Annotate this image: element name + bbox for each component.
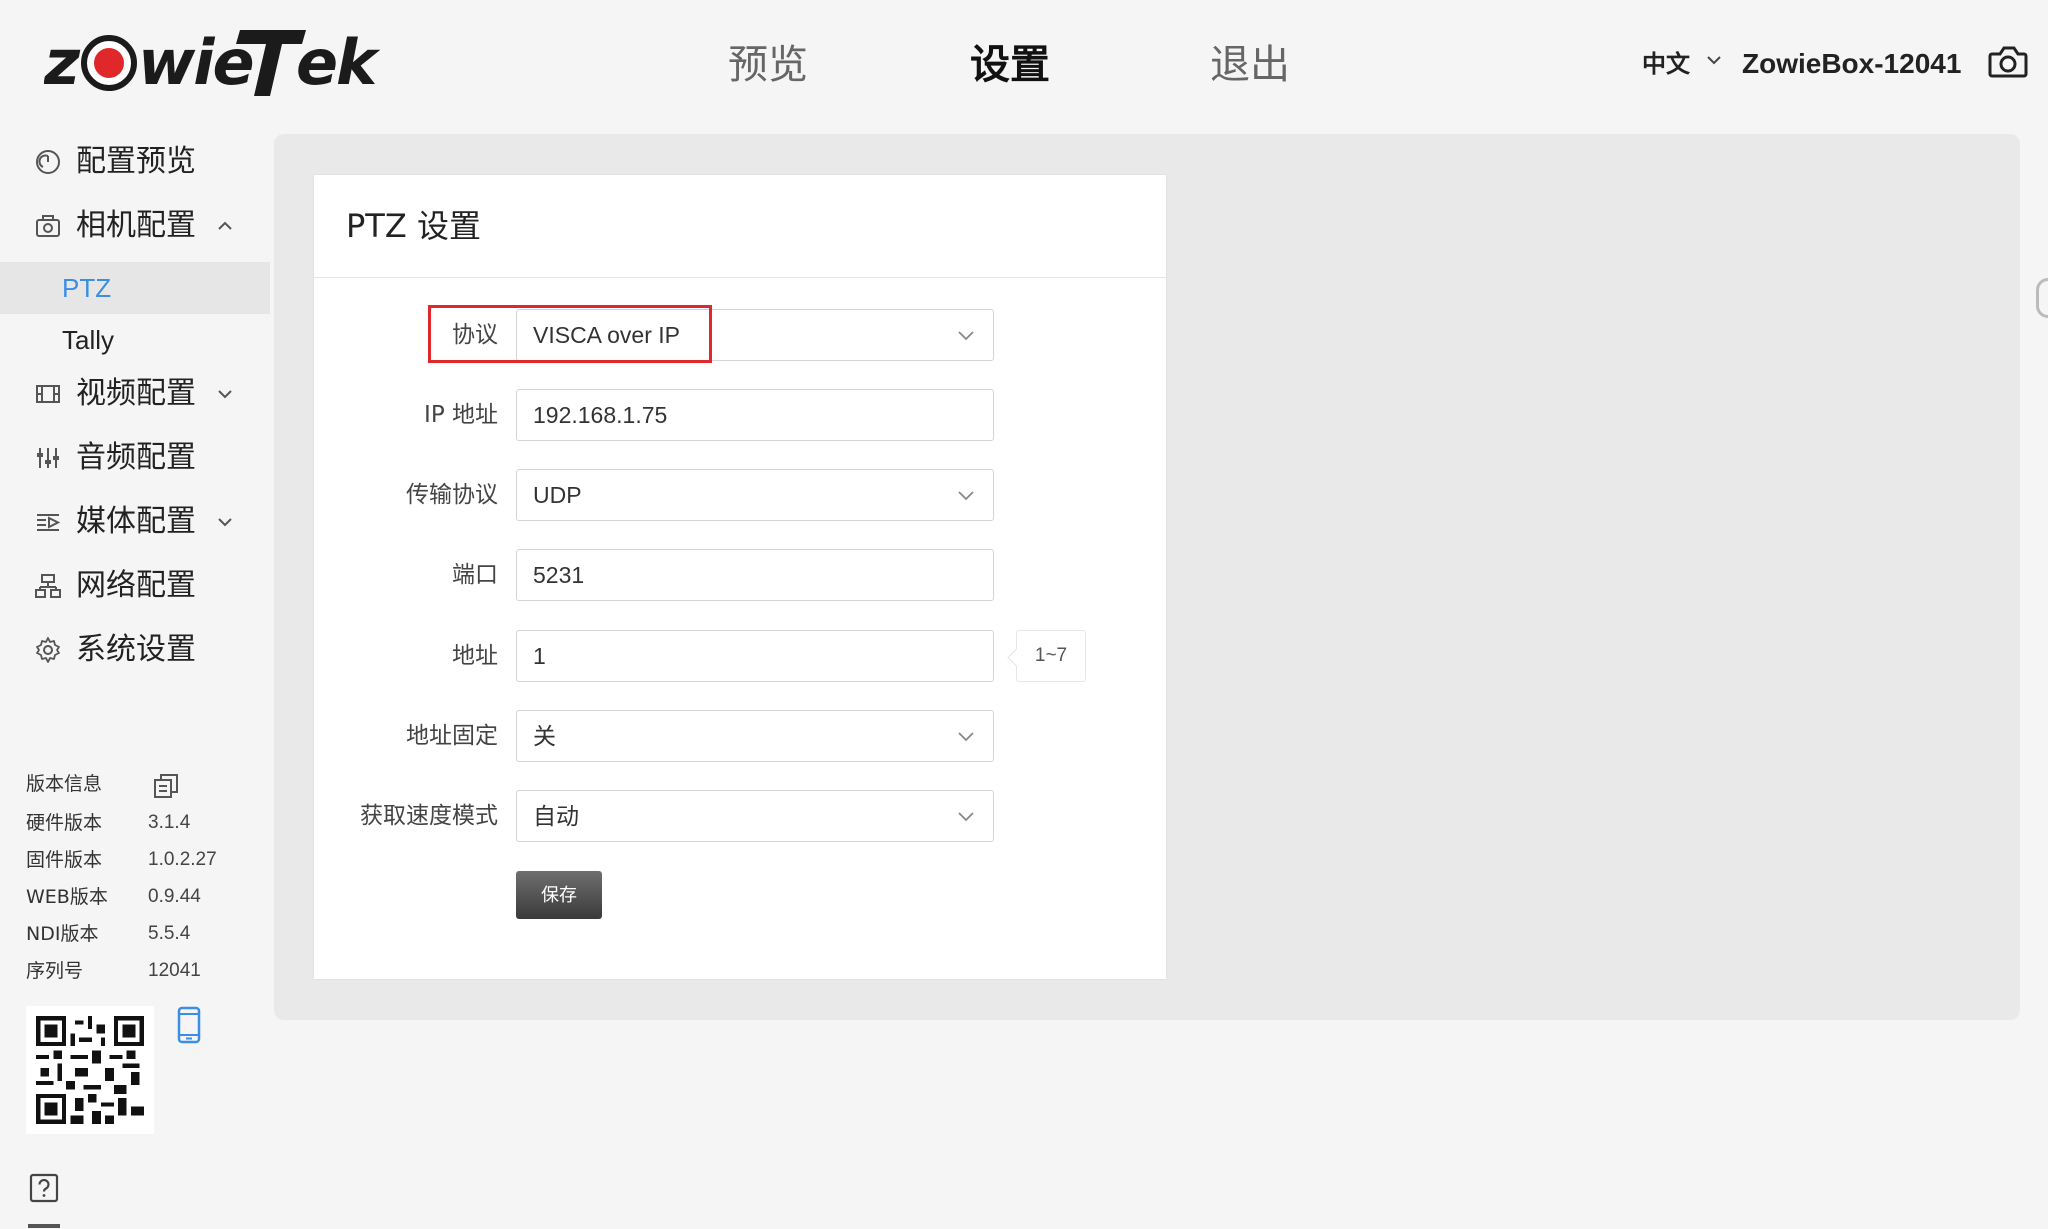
sidebar-subitem-ptz[interactable]: PTZ bbox=[0, 262, 270, 314]
sidebar-item-label: 媒体配置 bbox=[76, 504, 196, 539]
info-key: 固件版本 bbox=[26, 849, 103, 871]
camera-icon bbox=[36, 215, 60, 237]
info-key: WEB版本 bbox=[26, 886, 108, 908]
sidebar-item-label: 音频配置 bbox=[76, 440, 196, 475]
sidebar-item-network-config[interactable]: 网络配置 bbox=[0, 558, 270, 614]
info-key: 硬件版本 bbox=[26, 812, 103, 834]
transport-protocol-select[interactable]: UDP bbox=[516, 469, 994, 521]
chevron-up-icon bbox=[218, 221, 232, 230]
info-key: NDI版本 bbox=[26, 923, 99, 945]
protocol-select[interactable]: VISCA over IP bbox=[516, 309, 994, 361]
top-header: z wie ek 预览 设置 退出 中文 ZowieBox-12041 bbox=[0, 0, 2048, 130]
sidebar-item-system-settings[interactable]: 系统设置 bbox=[0, 622, 270, 678]
transport-protocol-label: 传输协议 bbox=[406, 482, 498, 508]
chevron-down-icon bbox=[218, 390, 232, 399]
qr-code bbox=[26, 1006, 154, 1134]
sidebar-item-media-config[interactable]: 媒体配置 bbox=[0, 494, 270, 550]
svg-text:ek: ek bbox=[296, 26, 381, 99]
transport-protocol-value: UDP bbox=[533, 482, 582, 508]
svg-text:wie: wie bbox=[138, 26, 253, 99]
card-title: PTZ 设置 bbox=[346, 207, 481, 245]
address-label: 地址 bbox=[452, 643, 498, 669]
gear-icon bbox=[36, 637, 60, 663]
edge-handle[interactable] bbox=[2036, 278, 2048, 318]
card-divider bbox=[314, 277, 1166, 278]
port-field[interactable] bbox=[516, 549, 994, 601]
address-fixed-label: 地址固定 bbox=[406, 723, 498, 749]
zowietek-logo: z wie ek bbox=[44, 22, 384, 102]
address-input[interactable] bbox=[517, 631, 993, 681]
network-icon bbox=[35, 574, 61, 598]
help-icon[interactable] bbox=[28, 1172, 60, 1204]
info-key: 序列号 bbox=[26, 960, 84, 982]
svg-text:z: z bbox=[44, 26, 81, 99]
chevron-down-icon bbox=[958, 491, 974, 501]
speed-mode-select[interactable]: 自动 bbox=[516, 790, 994, 842]
chevron-down-icon bbox=[218, 518, 232, 527]
info-value: 5.5.4 bbox=[148, 923, 191, 944]
chevron-down-icon[interactable] bbox=[1704, 50, 1724, 70]
logo-graphic: z wie ek bbox=[44, 26, 383, 99]
sidebar-subitem-label: PTZ bbox=[62, 273, 112, 303]
qr-code-graphic bbox=[36, 1016, 144, 1124]
ptz-settings-card: PTZ 设置 协议 VISCA over IP IP 地址 传输协议 UDP 端… bbox=[314, 175, 1166, 979]
port-label: 端口 bbox=[452, 562, 498, 588]
nav-exit[interactable]: 退出 bbox=[1210, 30, 1290, 100]
gauge-icon bbox=[36, 150, 60, 174]
protocol-label: 协议 bbox=[452, 322, 498, 348]
ip-address-field[interactable] bbox=[516, 389, 994, 441]
sidebar-item-camera-config[interactable]: 相机配置 bbox=[0, 198, 270, 254]
sidebar-item-video-config[interactable]: 视频配置 bbox=[0, 366, 270, 422]
address-fixed-select[interactable]: 关 bbox=[516, 710, 994, 762]
save-button[interactable]: 保存 bbox=[516, 871, 602, 919]
info-value: 12041 bbox=[148, 960, 201, 981]
sidebar-item-label: 相机配置 bbox=[76, 208, 196, 243]
media-icon bbox=[37, 514, 61, 531]
film-icon bbox=[36, 385, 60, 403]
protocol-value: VISCA over IP bbox=[533, 322, 681, 348]
sidebar-item-audio-config[interactable]: 音频配置 bbox=[0, 430, 270, 486]
sidebar-subitem-tally[interactable]: Tally bbox=[0, 314, 270, 366]
copy-icon[interactable] bbox=[152, 772, 180, 800]
snapshot-camera-icon[interactable] bbox=[1988, 44, 2028, 80]
sidebar-item-label: 系统设置 bbox=[76, 632, 196, 667]
phone-icon[interactable] bbox=[176, 1006, 202, 1044]
sidebar-item-config-preview[interactable]: 配置预览 bbox=[0, 134, 270, 190]
port-input[interactable] bbox=[517, 550, 993, 600]
address-range-hint: 1~7 bbox=[1016, 630, 1086, 682]
sidebar-item-label: 配置预览 bbox=[76, 144, 196, 179]
sidebar-subitem-label: Tally bbox=[62, 325, 115, 355]
sidebar-item-label: 视频配置 bbox=[76, 376, 196, 411]
sliders-icon bbox=[37, 448, 59, 468]
address-field[interactable] bbox=[516, 630, 994, 682]
info-value: 0.9.44 bbox=[148, 886, 201, 907]
help-underline bbox=[28, 1224, 60, 1228]
ip-address-label: IP 地址 bbox=[424, 402, 498, 428]
nav-settings[interactable]: 设置 bbox=[970, 30, 1050, 100]
speed-mode-value: 自动 bbox=[533, 803, 579, 829]
info-key: 版本信息 bbox=[26, 773, 103, 795]
ip-address-input[interactable] bbox=[517, 390, 993, 440]
info-value: 1.0.2.27 bbox=[148, 849, 217, 870]
chevron-down-icon bbox=[958, 331, 974, 341]
device-name: ZowieBox-12041 bbox=[1742, 48, 1962, 79]
chevron-down-icon bbox=[958, 812, 974, 822]
nav-preview[interactable]: 预览 bbox=[728, 30, 808, 100]
chevron-down-icon bbox=[958, 732, 974, 742]
speed-mode-label: 获取速度模式 bbox=[360, 803, 498, 829]
info-value: 3.1.4 bbox=[148, 812, 191, 833]
sidebar-item-label: 网络配置 bbox=[76, 568, 196, 603]
language-select[interactable]: 中文 bbox=[1642, 44, 1690, 84]
address-fixed-value: 关 bbox=[533, 723, 556, 749]
